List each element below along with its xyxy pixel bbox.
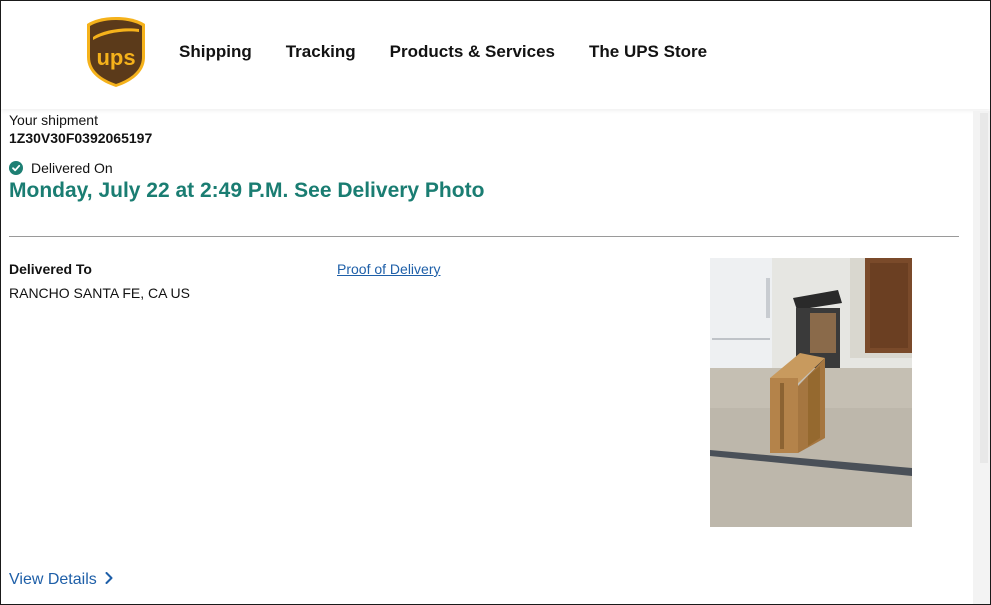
scrollbar-thumb[interactable] [980, 113, 988, 463]
delivery-photo[interactable] [710, 258, 912, 527]
nav-tracking[interactable]: Tracking [286, 42, 356, 62]
shipment-label: Your shipment [9, 112, 98, 128]
status-label: Delivered On [31, 160, 113, 176]
proof-of-delivery-link[interactable]: Proof of Delivery [337, 261, 440, 277]
nav-the-ups-store[interactable]: The UPS Store [589, 42, 707, 62]
site-header: ups Shipping Tracking Products & Service… [1, 1, 990, 109]
delivery-status: Delivered On [9, 160, 113, 176]
svg-text:ups: ups [96, 45, 135, 70]
main-nav: Shipping Tracking Products & Services Th… [179, 42, 741, 62]
delivery-photo-image [710, 258, 912, 527]
see-delivery-photo-link[interactable]: See Delivery Photo [294, 179, 484, 202]
ups-tracking-page: ups Shipping Tracking Products & Service… [0, 0, 991, 605]
nav-shipping[interactable]: Shipping [179, 42, 252, 62]
ups-logo-icon: ups [87, 17, 145, 87]
ups-logo[interactable]: ups [85, 15, 147, 89]
check-circle-icon [9, 161, 23, 175]
view-details-label: View Details [9, 571, 97, 588]
nav-products-services[interactable]: Products & Services [390, 42, 555, 62]
tracking-number: 1Z30V30F0392065197 [9, 130, 153, 146]
delivered-to-label: Delivered To [9, 261, 92, 277]
delivery-date-heading: Monday, July 22 at 2:49 P.M. See Deliver… [9, 179, 484, 203]
delivery-datetime: Monday, July 22 at 2:49 P.M. [9, 179, 289, 202]
shipment-details: Your shipment 1Z30V30F0392065197 Deliver… [1, 109, 971, 604]
section-divider [9, 236, 959, 237]
delivered-to-address: RANCHO SANTA FE, CA US [9, 285, 190, 301]
view-details-link[interactable]: View Details [9, 571, 113, 589]
chevron-right-icon [105, 571, 113, 589]
